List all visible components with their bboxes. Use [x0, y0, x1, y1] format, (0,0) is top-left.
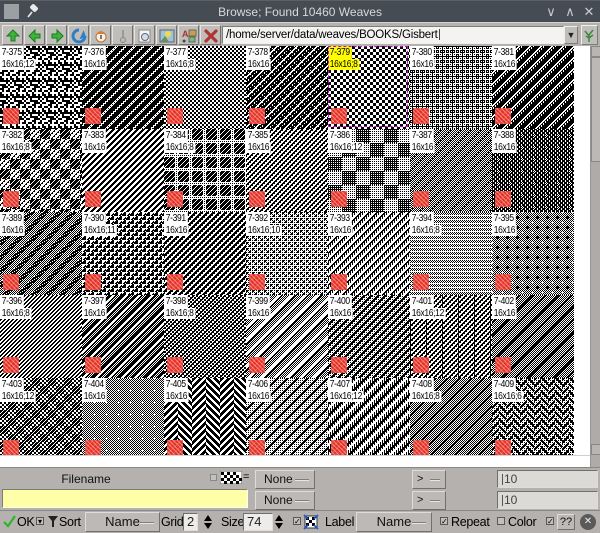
svg-text:●: ●: [182, 38, 186, 44]
